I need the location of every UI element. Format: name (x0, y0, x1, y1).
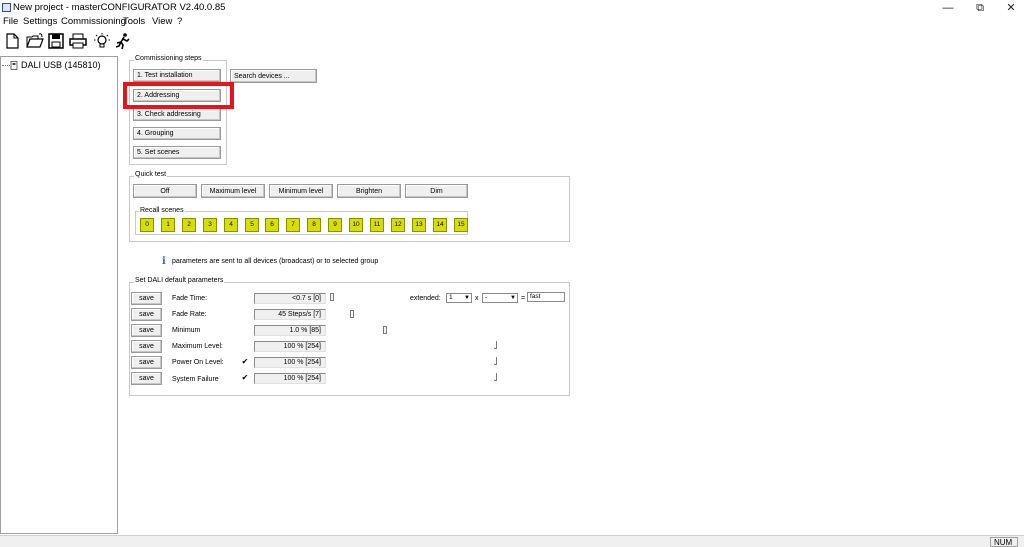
extended-select-1-arrow-icon[interactable]: ▼ (463, 294, 471, 302)
app-icon (2, 3, 11, 12)
scene-0-button[interactable]: 0 (140, 218, 154, 232)
system-failure-value: 100 % [254] (254, 373, 326, 384)
system-failure-checkbox[interactable]: ✔ (241, 374, 249, 382)
menu-view[interactable]: View (152, 16, 172, 28)
usb-device-icon (10, 61, 18, 70)
fade-result-field: fast (527, 292, 565, 302)
minimum-level-button[interactable]: Minimum level (269, 184, 333, 198)
system-failure-slider-track[interactable] (330, 378, 497, 379)
power-on-level-slider-thumb[interactable] (494, 357, 497, 365)
maximum-level-label: Maximum Level: (172, 343, 223, 350)
save-maximum-level-button[interactable]: save (131, 340, 162, 353)
off-button[interactable]: Off (133, 184, 197, 198)
step-grouping-button[interactable]: 4. Grouping (133, 127, 221, 140)
run-icon[interactable] (114, 32, 132, 50)
device-tree-panel (0, 56, 118, 534)
window-title: New project - masterCONFIGURATOR V2.40.0… (13, 2, 226, 13)
scene-1-button[interactable]: 1 (161, 218, 175, 232)
menu-file[interactable]: File (3, 16, 18, 28)
minimize-button[interactable]: — (933, 0, 963, 16)
recall-scenes-title: Recall scenes (139, 207, 185, 214)
fade-time-slider-thumb[interactable] (330, 293, 334, 301)
scene-10-button[interactable]: 10 (349, 218, 363, 232)
save-fade-rate-button[interactable]: save (131, 308, 162, 321)
dali-defaults-title: Set DALI default parameters (134, 277, 225, 284)
save-system-failure-button[interactable]: save (131, 372, 162, 385)
menu-help[interactable]: ? (177, 16, 182, 28)
scene-9-button[interactable]: 9 (328, 218, 342, 232)
step-set-scenes-button[interactable]: 5. Set scenes (133, 146, 221, 159)
scene-15-button[interactable]: 15 (454, 218, 468, 232)
fade-rate-value: 45 Steps/s [7] (254, 309, 326, 320)
brighten-button[interactable]: Brighten (337, 184, 401, 198)
scene-11-button[interactable]: 11 (370, 218, 384, 232)
save-power-on-level-button[interactable]: save (131, 356, 162, 369)
minimum-slider-thumb[interactable] (383, 326, 387, 334)
scene-4-button[interactable]: 4 (224, 218, 238, 232)
menu-commissioning[interactable]: Commissioning (61, 16, 126, 28)
system-failure-label: System Failure (172, 376, 219, 383)
restore-button[interactable]: ⧉ (965, 0, 995, 16)
scene-14-button[interactable]: 14 (433, 218, 447, 232)
addressing-highlight (123, 82, 234, 109)
save-icon[interactable] (47, 32, 65, 50)
scene-12-button[interactable]: 12 (391, 218, 405, 232)
save-fade-time-button[interactable]: save (131, 292, 162, 305)
dim-button[interactable]: Dim (405, 184, 468, 198)
scene-13-button[interactable]: 13 (412, 218, 426, 232)
status-bar (0, 535, 1024, 547)
power-on-level-value: 100 % [254] (254, 357, 326, 368)
step-test-installation-button[interactable]: 1. Test installation (133, 69, 221, 82)
extended-select-2-arrow-icon[interactable]: ▼ (509, 294, 517, 302)
close-button[interactable]: ✕ (996, 0, 1024, 16)
scene-6-button[interactable]: 6 (265, 218, 279, 232)
equals-label: = (521, 295, 526, 302)
power-on-level-checkbox[interactable]: ✔ (241, 358, 249, 366)
times-label: x (475, 295, 479, 302)
info-icon: i (162, 256, 166, 267)
quick-test-title: Quick test (134, 171, 168, 178)
commissioning-steps-title: Commissioning steps (134, 55, 203, 62)
maximum-level-button[interactable]: Maximum level (201, 184, 265, 198)
scene-2-button[interactable]: 2 (182, 218, 196, 232)
scene-7-button[interactable]: 7 (286, 218, 300, 232)
menu-tools[interactable]: Tools (123, 16, 145, 28)
minimum-slider-track[interactable] (330, 330, 497, 331)
fade-rate-label: Fade Rate: (172, 311, 207, 318)
minimum-label: Minimum (172, 327, 201, 334)
open-folder-icon[interactable] (26, 32, 44, 50)
save-minimum-button[interactable]: save (131, 324, 162, 337)
extended-select-1-value: 1 (449, 294, 453, 301)
power-on-level-slider-track[interactable] (330, 362, 497, 363)
maximum-level-slider-thumb[interactable] (494, 341, 497, 349)
print-icon[interactable] (69, 32, 87, 50)
power-on-level-label: Power On Level: (172, 359, 224, 366)
minimum-value: 1.0 % [85] (254, 325, 326, 336)
fade-result-value: fast (530, 293, 541, 300)
step-check-addressing-button[interactable]: 3. Check addressing (133, 108, 221, 121)
scene-5-button[interactable]: 5 (245, 218, 259, 232)
maximum-level-value: 100 % [254] (254, 341, 326, 352)
fade-rate-slider-thumb[interactable] (350, 310, 354, 318)
extended-label: extended: (410, 295, 441, 302)
system-failure-slider-thumb[interactable] (494, 373, 497, 381)
tree-connector (2, 65, 10, 66)
extended-select-2-value: - (485, 294, 488, 301)
bulb-icon[interactable] (93, 32, 111, 50)
scene-8-button[interactable]: 8 (307, 218, 321, 232)
fade-time-slider-track[interactable] (330, 297, 403, 298)
num-lock-indicator: NUM (990, 537, 1018, 547)
fade-time-label: Fade Time: (172, 295, 208, 302)
scene-3-button[interactable]: 3 (203, 218, 217, 232)
fade-time-value: <0.7 s [0] (254, 293, 326, 304)
broadcast-info-text: parameters are sent to all devices (broa… (172, 258, 379, 265)
tree-item-dali-usb[interactable]: DALI USB (145810) (21, 60, 101, 70)
maximum-level-slider-track[interactable] (330, 346, 497, 347)
new-file-icon[interactable] (3, 32, 21, 50)
menu-settings[interactable]: Settings (23, 16, 57, 28)
search-devices-button[interactable]: Search devices ... (230, 69, 317, 83)
